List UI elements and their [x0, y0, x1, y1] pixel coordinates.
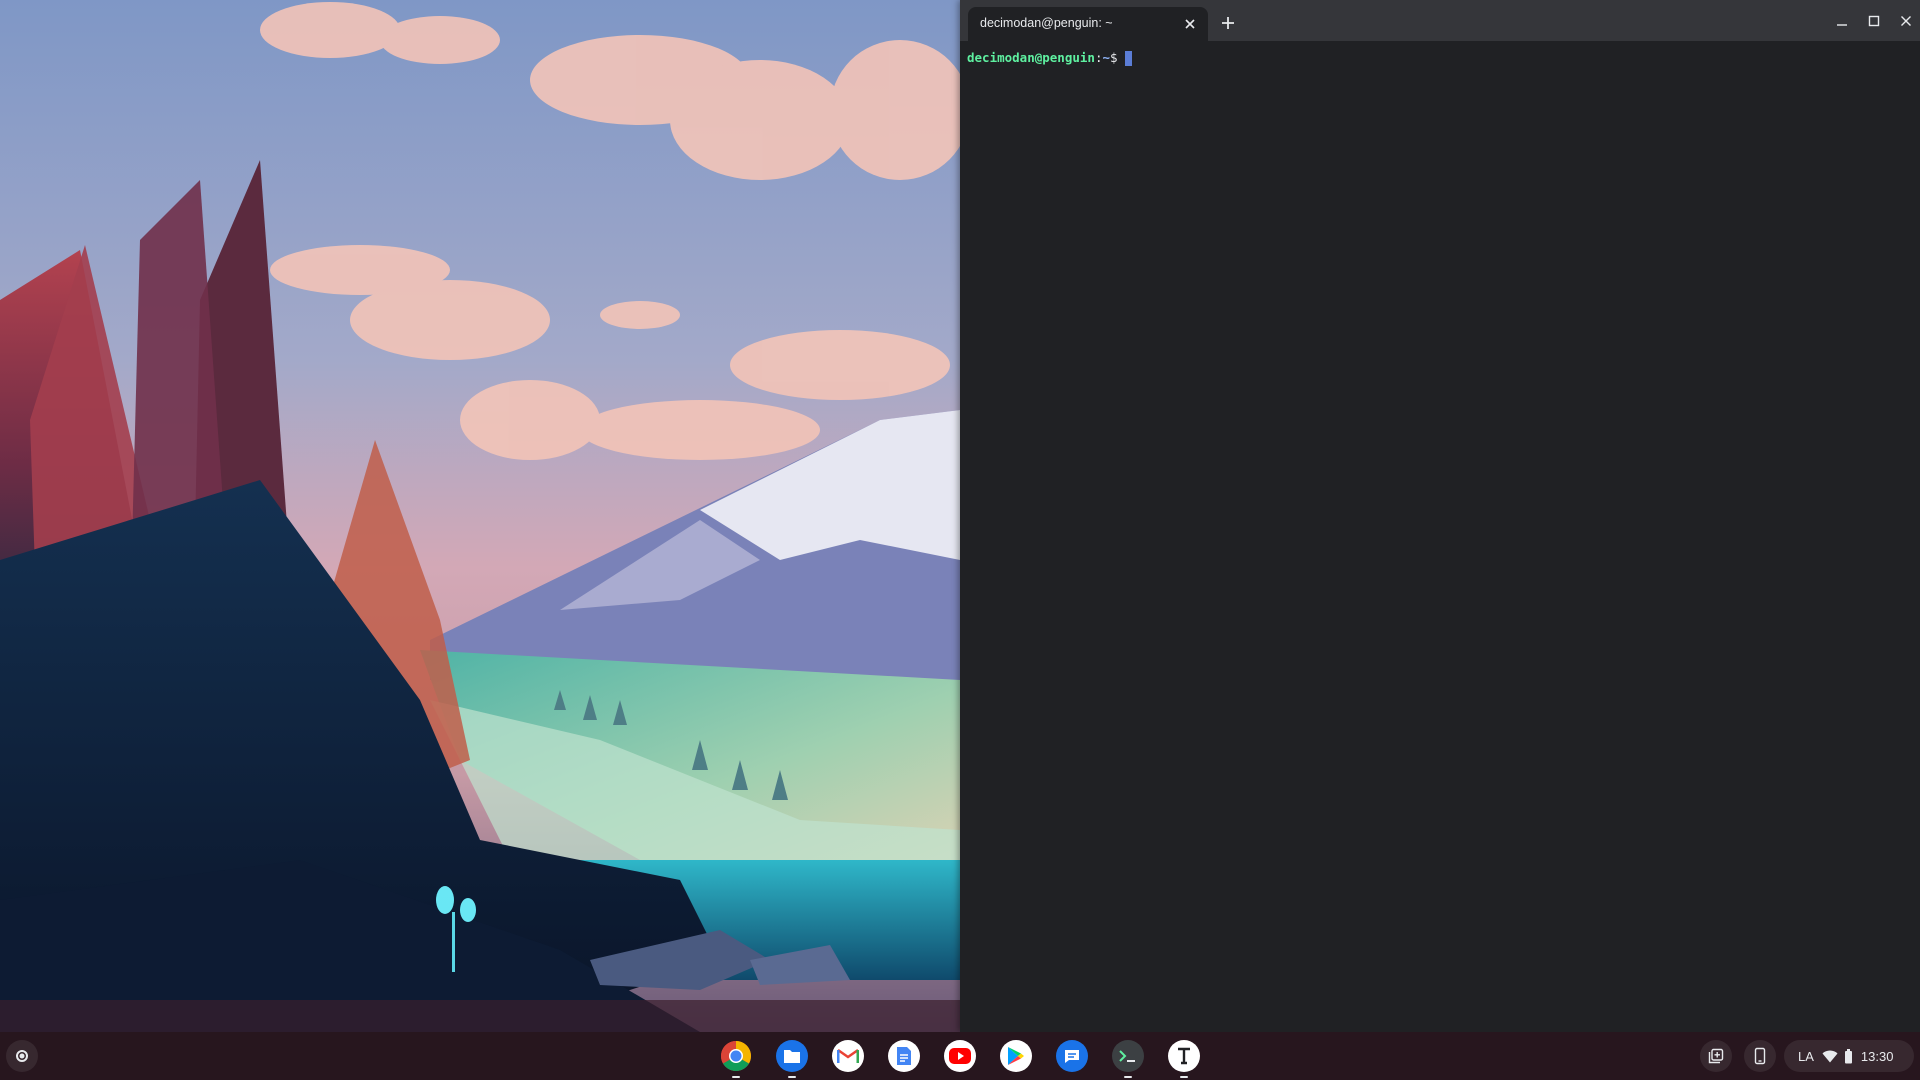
shelf-app-messages[interactable]: [1054, 1038, 1090, 1074]
youtube-icon: [944, 1040, 976, 1072]
terminal-output-area[interactable]: decimodan@penguin: ~ $: [960, 41, 1920, 1032]
window-title-bar[interactable]: decimodan@penguin: ~: [960, 0, 1920, 41]
launcher-button[interactable]: [6, 1040, 38, 1072]
desktop: decimodan@penguin: ~ decimodan@penguin: ~…: [0, 0, 1920, 1080]
wallpaper-landscape-image: [0, 0, 960, 1032]
play-store-icon: [1000, 1040, 1032, 1072]
docs-icon: [888, 1040, 920, 1072]
phone-icon: [1754, 1047, 1766, 1065]
text-app-icon: [1168, 1040, 1200, 1072]
running-indicator: [732, 1076, 740, 1078]
shelf: LA 13:30: [0, 1032, 1920, 1080]
tab-title: decimodan@penguin: ~: [980, 16, 1113, 30]
running-indicator: [788, 1076, 796, 1078]
prompt-line: decimodan@penguin: ~ $: [967, 50, 1132, 66]
holding-space-icon: [1708, 1048, 1724, 1064]
shelf-app-docs[interactable]: [886, 1038, 922, 1074]
running-indicator: [1124, 1076, 1132, 1078]
prompt-user-host: decimodan@penguin: [967, 50, 1095, 65]
launcher-circle-icon: [16, 1050, 28, 1062]
gmail-icon: [832, 1040, 864, 1072]
prompt-colon: :: [1094, 50, 1103, 65]
maximize-icon[interactable]: [1862, 9, 1886, 33]
shelf-app-files[interactable]: [774, 1038, 810, 1078]
wifi-icon: [1822, 1050, 1838, 1063]
holding-space-button[interactable]: [1700, 1040, 1732, 1072]
chrome-icon: [720, 1041, 752, 1072]
prompt-path: ~: [1102, 50, 1110, 65]
shelf-app-play-store[interactable]: [998, 1038, 1034, 1074]
ime-indicator: LA: [1798, 1048, 1814, 1064]
terminal-icon: [1112, 1040, 1144, 1072]
messages-icon: [1056, 1040, 1088, 1072]
terminal-window[interactable]: decimodan@penguin: ~ decimodan@penguin: ~…: [960, 0, 1920, 1032]
wallpaper: [0, 0, 960, 1032]
shelf-app-text[interactable]: [1166, 1038, 1202, 1078]
battery-icon: [1844, 1048, 1853, 1064]
close-tab-icon[interactable]: [1180, 14, 1200, 34]
new-tab-icon[interactable]: [1216, 11, 1240, 35]
shelf-app-chrome[interactable]: [718, 1038, 754, 1078]
minimize-icon[interactable]: [1830, 9, 1854, 33]
shelf-app-gmail[interactable]: [830, 1038, 866, 1074]
clock: 13:30: [1860, 1048, 1894, 1064]
shelf-app-terminal[interactable]: [1110, 1038, 1146, 1078]
phone-hub-button[interactable]: [1744, 1040, 1776, 1072]
terminal-tab[interactable]: decimodan@penguin: ~: [968, 7, 1208, 41]
running-indicator: [1180, 1076, 1188, 1078]
close-window-icon[interactable]: [1894, 9, 1918, 33]
files-icon: [776, 1040, 808, 1072]
status-area[interactable]: LA 13:30: [1784, 1040, 1914, 1072]
shelf-app-youtube[interactable]: [942, 1038, 978, 1074]
prompt-dollar: $: [1110, 50, 1118, 65]
terminal-cursor: [1124, 50, 1132, 66]
